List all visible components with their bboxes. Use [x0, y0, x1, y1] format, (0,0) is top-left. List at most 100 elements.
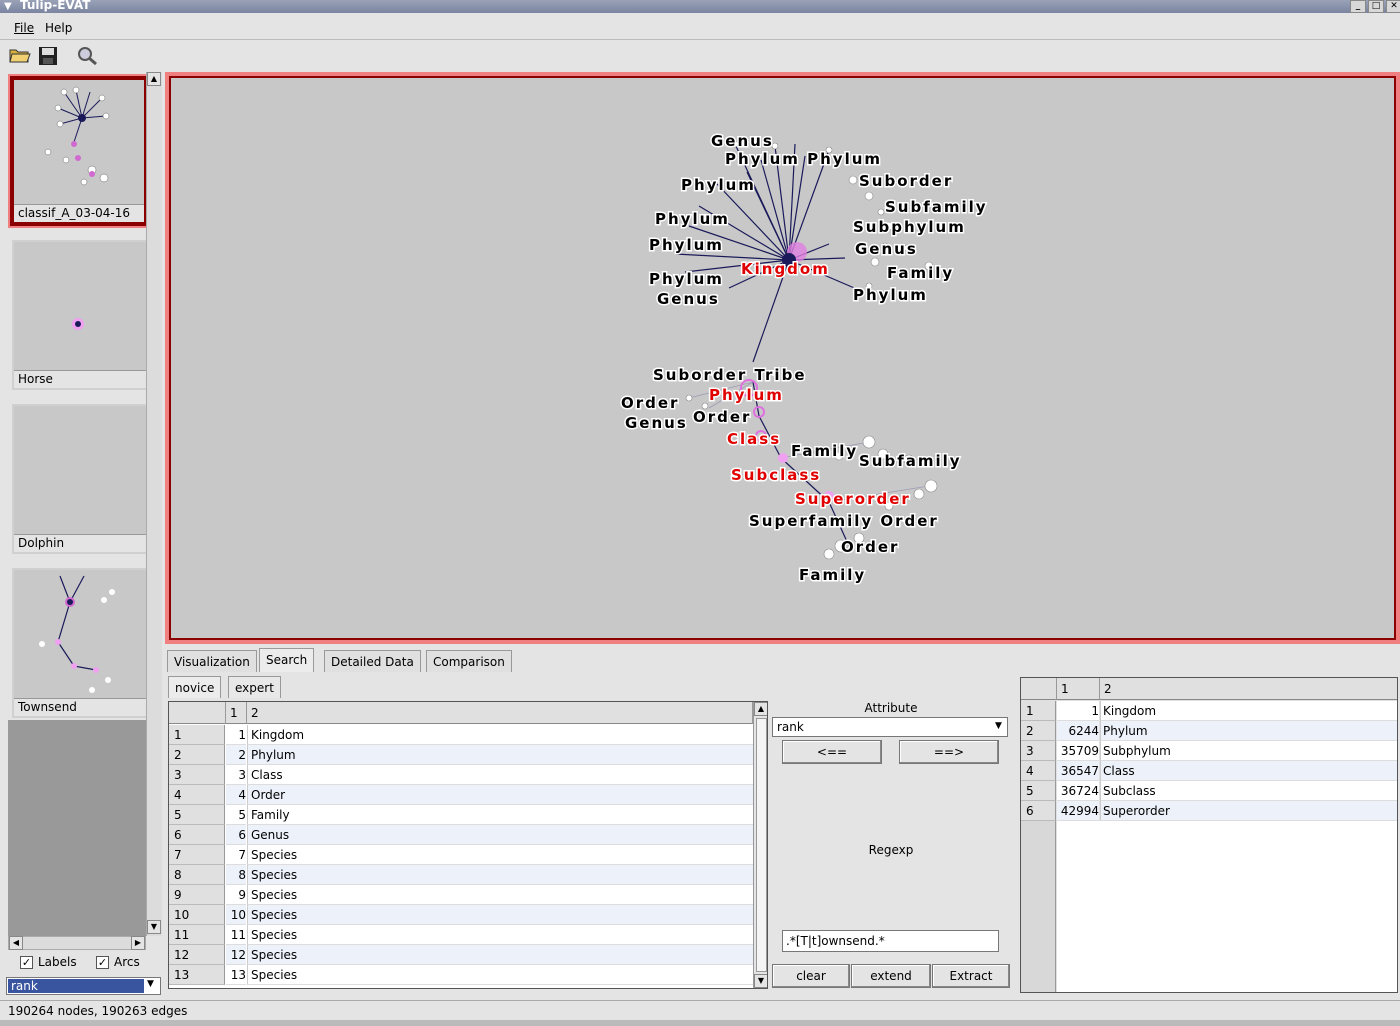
- row-header[interactable]: 1: [169, 725, 225, 745]
- graph-node-label[interactable]: Genus: [854, 239, 918, 260]
- graph-node-label[interactable]: Family: [798, 565, 866, 586]
- scroll-left-icon[interactable]: ◀: [9, 936, 23, 950]
- table-row[interactable]: 3 35709 Subphylum: [1021, 741, 1397, 761]
- thumbnail-classif[interactable]: classif_A_03-04-16: [10, 76, 148, 226]
- graph-node-label[interactable]: Family: [790, 441, 858, 462]
- graph-node-label[interactable]: Suborder: [858, 171, 953, 192]
- graph-node-label[interactable]: Phylum: [648, 235, 724, 256]
- table-row[interactable]: 2 6244 Phylum: [1021, 721, 1397, 741]
- cell-rank[interactable]: Kingdom: [1100, 701, 1397, 721]
- maximize-icon[interactable]: □: [1368, 0, 1384, 13]
- graph-node-label[interactable]: Subfamily: [858, 451, 962, 472]
- cell-id[interactable]: 36724: [1057, 781, 1099, 801]
- graph-node-label[interactable]: Phylum: [654, 209, 730, 230]
- clear-button[interactable]: clear: [772, 964, 850, 988]
- cell-rank[interactable]: Species: [247, 865, 753, 885]
- cell-rank[interactable]: Order: [247, 785, 753, 805]
- cell-id[interactable]: 5: [226, 805, 246, 825]
- tab-comparison[interactable]: Comparison: [426, 650, 512, 672]
- column-header-2[interactable]: 2: [1100, 678, 1397, 700]
- row-header[interactable]: 4: [169, 785, 225, 805]
- move-right-button[interactable]: ==>: [899, 740, 999, 764]
- graph-node-label[interactable]: Genus: [656, 289, 720, 310]
- table-row[interactable]: 1 1 Kingdom: [1021, 701, 1397, 721]
- table-row[interactable]: 3 3 Class: [169, 765, 767, 785]
- row-header[interactable]: 10: [169, 905, 225, 925]
- scroll-right-icon[interactable]: ▶: [131, 936, 145, 950]
- cell-id[interactable]: 6244: [1057, 721, 1099, 741]
- cell-id[interactable]: 35709: [1057, 741, 1099, 761]
- graph-node-label[interactable]: Phylum: [648, 269, 724, 290]
- regexp-input[interactable]: .*[T|t]ownsend.*: [782, 930, 999, 952]
- graph-node-label[interactable]: Subclass: [730, 465, 821, 486]
- property-select[interactable]: rank ▼: [6, 977, 161, 995]
- row-header[interactable]: 5: [1021, 781, 1056, 801]
- row-header[interactable]: 5: [169, 805, 225, 825]
- row-header[interactable]: 12: [169, 945, 225, 965]
- table-row[interactable]: 7 7 Species: [169, 845, 767, 865]
- cell-id[interactable]: 11: [226, 925, 246, 945]
- sidebar-horizontal-scrollbar[interactable]: ◀ ▶: [8, 936, 146, 950]
- table-row[interactable]: 11 11 Species: [169, 925, 767, 945]
- graph-node-label[interactable]: Order: [692, 407, 751, 428]
- cell-rank[interactable]: Subclass: [1100, 781, 1397, 801]
- scroll-down-icon[interactable]: ▼: [754, 974, 767, 988]
- table-row[interactable]: 9 9 Species: [169, 885, 767, 905]
- graph-node-label[interactable]: Superorder: [794, 489, 911, 510]
- row-header[interactable]: 8: [169, 865, 225, 885]
- tab-novice[interactable]: novice: [168, 676, 222, 698]
- row-header[interactable]: 2: [169, 745, 225, 765]
- labels-checkbox[interactable]: ✓: [20, 956, 33, 969]
- graph-canvas[interactable]: GenusPhylum PhylumPhylum SuborderSubfamil…: [169, 76, 1396, 640]
- menu-help[interactable]: Help: [45, 21, 72, 35]
- cell-id[interactable]: 1: [1057, 701, 1099, 721]
- tab-detailed-data[interactable]: Detailed Data: [324, 650, 421, 672]
- scroll-up-icon[interactable]: ▲: [147, 72, 161, 86]
- graph-node-label[interactable]: Phylum: [680, 175, 756, 196]
- row-header[interactable]: 4: [1021, 761, 1056, 781]
- table-row[interactable]: 5 36724 Subclass: [1021, 781, 1397, 801]
- graph-node-label[interactable]: Phylum: [708, 385, 784, 406]
- row-header[interactable]: 2: [1021, 721, 1056, 741]
- magnifier-icon[interactable]: [76, 46, 100, 68]
- table-row[interactable]: 12 12 Species: [169, 945, 767, 965]
- arcs-checkbox[interactable]: ✓: [96, 956, 109, 969]
- graph-node-label[interactable]: Order: [620, 393, 679, 414]
- row-header[interactable]: 6: [1021, 801, 1056, 821]
- cell-id[interactable]: 36547: [1057, 761, 1099, 781]
- cell-rank[interactable]: Family: [247, 805, 753, 825]
- cell-rank[interactable]: Phylum: [1100, 721, 1397, 741]
- graph-node-label[interactable]: Phylum: [852, 285, 928, 306]
- graph-node-label[interactable]: Subphylum: [852, 217, 966, 238]
- attribute-select[interactable]: rank ▼: [772, 717, 1008, 737]
- cell-id[interactable]: 4: [226, 785, 246, 805]
- cell-rank[interactable]: Subphylum: [1100, 741, 1397, 761]
- table-row[interactable]: 8 8 Species: [169, 865, 767, 885]
- column-header-1[interactable]: 1: [226, 702, 247, 724]
- cell-rank[interactable]: Species: [247, 965, 753, 985]
- cell-rank[interactable]: Superorder: [1100, 801, 1397, 821]
- scroll-up-icon[interactable]: ▲: [754, 702, 767, 716]
- table-row[interactable]: 6 42994 Superorder: [1021, 801, 1397, 821]
- graph-node-label[interactable]: Subfamily: [884, 197, 988, 218]
- graph-node-label[interactable]: Kingdom: [740, 259, 830, 280]
- row-header[interactable]: 3: [1021, 741, 1056, 761]
- row-header[interactable]: 9: [169, 885, 225, 905]
- cell-id[interactable]: 6: [226, 825, 246, 845]
- cell-rank[interactable]: Species: [247, 885, 753, 905]
- cell-id[interactable]: 3: [226, 765, 246, 785]
- cell-id[interactable]: 10: [226, 905, 246, 925]
- table-row[interactable]: 10 10 Species: [169, 905, 767, 925]
- graph-node-label[interactable]: Suborder Tribe: [652, 365, 807, 386]
- thumbnail-dolphin[interactable]: Dolphin: [12, 404, 150, 554]
- close-icon[interactable]: ✕: [1386, 0, 1400, 13]
- cell-rank[interactable]: Class: [247, 765, 753, 785]
- table-row[interactable]: 1 1 Kingdom: [169, 725, 767, 745]
- cell-rank[interactable]: Kingdom: [247, 725, 753, 745]
- cell-rank[interactable]: Genus: [247, 825, 753, 845]
- row-header[interactable]: 6: [169, 825, 225, 845]
- tab-search[interactable]: Search: [259, 648, 315, 672]
- scrollbar-thumb[interactable]: [756, 718, 767, 972]
- cell-id[interactable]: 8: [226, 865, 246, 885]
- tab-visualization[interactable]: Visualization: [167, 650, 257, 672]
